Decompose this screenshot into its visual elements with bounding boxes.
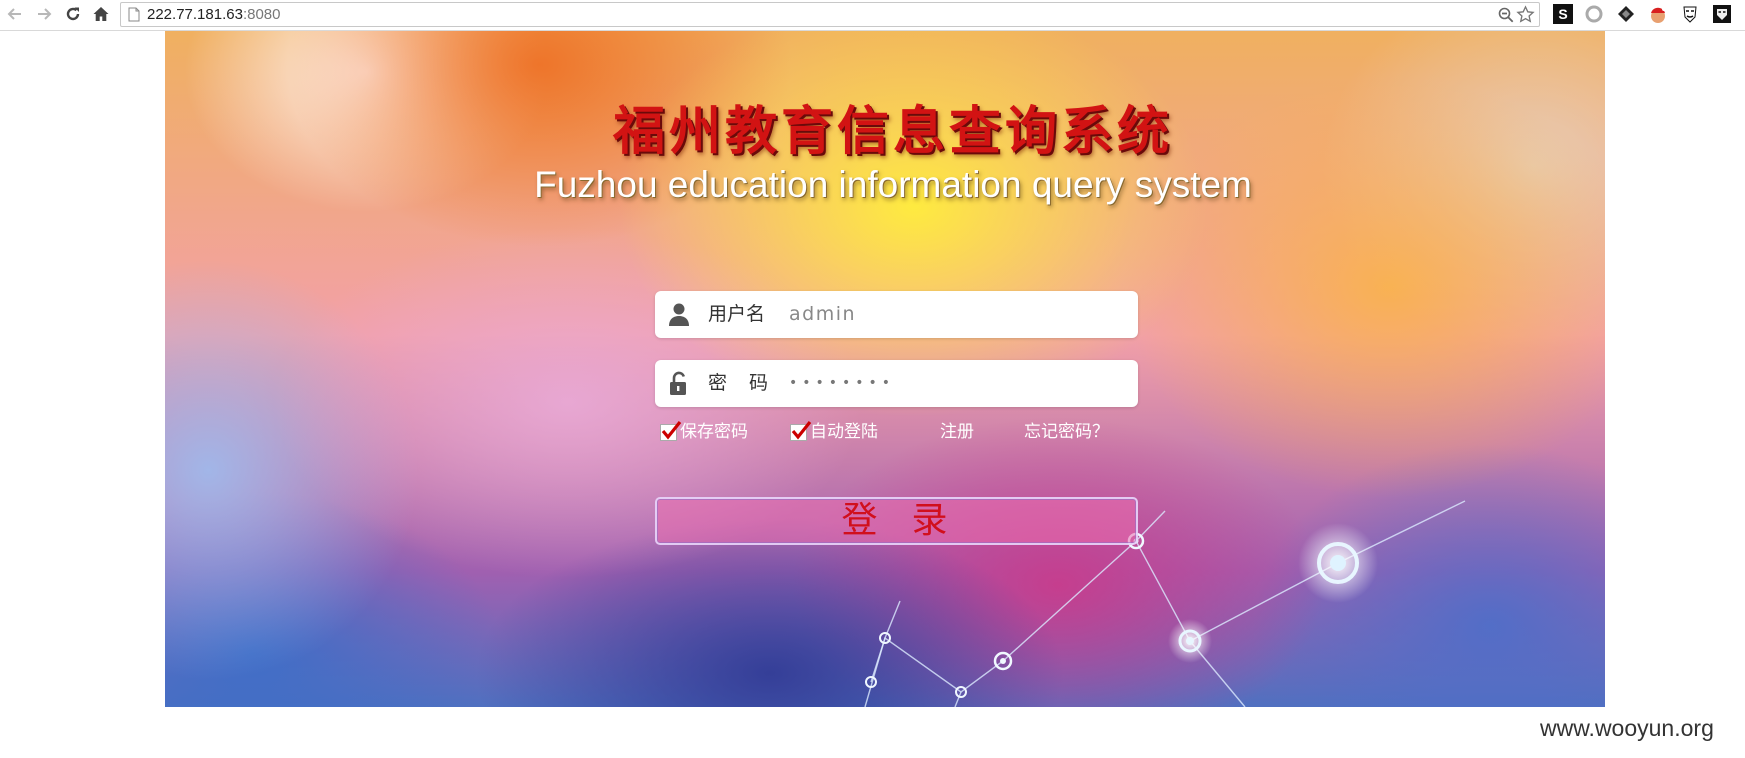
auto-login-checkbox[interactable] xyxy=(790,420,812,441)
extension-diamond-icon[interactable] xyxy=(1616,4,1636,24)
system-title-chinese: 福州教育信息查询系统 xyxy=(612,101,1173,162)
password-label: 密码 xyxy=(708,372,791,394)
extension-s-label: S xyxy=(1558,6,1568,22)
username-label: 用户名 xyxy=(708,303,766,325)
url-port: :8080 xyxy=(242,6,281,23)
url-text: 222.77.181.63:8080 xyxy=(147,5,280,25)
username-input[interactable] xyxy=(789,300,1119,328)
forward-button[interactable] xyxy=(33,3,55,25)
save-password-checkbox[interactable] xyxy=(660,420,682,441)
zoom-out-icon[interactable] xyxy=(1497,6,1515,24)
extension-s-icon[interactable]: S xyxy=(1553,4,1573,24)
forgot-password-label: 忘记密码？ xyxy=(1024,422,1109,442)
back-button[interactable] xyxy=(4,3,26,25)
save-password-label: 保存密码 xyxy=(680,422,748,442)
reload-icon xyxy=(66,7,80,21)
password-field[interactable]: 密码 xyxy=(655,360,1138,407)
address-bar[interactable]: 222.77.181.63:8080 xyxy=(120,2,1540,27)
system-title-english: Fuzhou education information query syste… xyxy=(534,164,1252,205)
watermark-text: www.wooyun.org xyxy=(1540,715,1714,741)
user-icon xyxy=(669,303,689,326)
extension-circle-icon[interactable] xyxy=(1584,4,1604,24)
url-host: 222.77.181.63 xyxy=(147,6,243,23)
extension-anonymous-icon[interactable] xyxy=(1712,4,1732,24)
home-icon xyxy=(93,7,109,21)
extension-santa-icon[interactable] xyxy=(1648,4,1668,24)
checkmark-icon xyxy=(791,420,812,440)
register-link[interactable]: 注册 xyxy=(940,420,974,444)
extension-mask-icon[interactable] xyxy=(1680,4,1700,24)
checkmark-icon xyxy=(661,420,682,440)
auto-login-label: 自动登陆 xyxy=(810,422,878,442)
register-label: 注册 xyxy=(940,422,974,442)
bookmark-star-icon[interactable] xyxy=(1516,5,1535,24)
password-input[interactable] xyxy=(789,369,1119,397)
login-options: 保存密码 自动登陆 注册 忘记密码？ xyxy=(660,420,1160,444)
login-button[interactable]: 登录 xyxy=(655,497,1138,545)
auto-login-option[interactable]: 自动登陆 xyxy=(790,420,878,444)
save-password-option[interactable]: 保存密码 xyxy=(660,420,748,444)
page-icon xyxy=(128,7,140,22)
unlock-icon xyxy=(670,371,686,395)
back-arrow-icon xyxy=(7,8,21,20)
reload-button[interactable] xyxy=(62,3,84,25)
username-field[interactable]: 用户名 xyxy=(655,291,1138,338)
forward-arrow-icon xyxy=(38,8,52,20)
forgot-password-link[interactable]: 忘记密码？ xyxy=(1024,420,1109,444)
browser-toolbar: 222.77.181.63:8080 S xyxy=(0,0,1745,31)
home-button[interactable] xyxy=(90,3,112,25)
login-banner: 福州教育信息查询系统 Fuzhou education information … xyxy=(165,31,1605,707)
